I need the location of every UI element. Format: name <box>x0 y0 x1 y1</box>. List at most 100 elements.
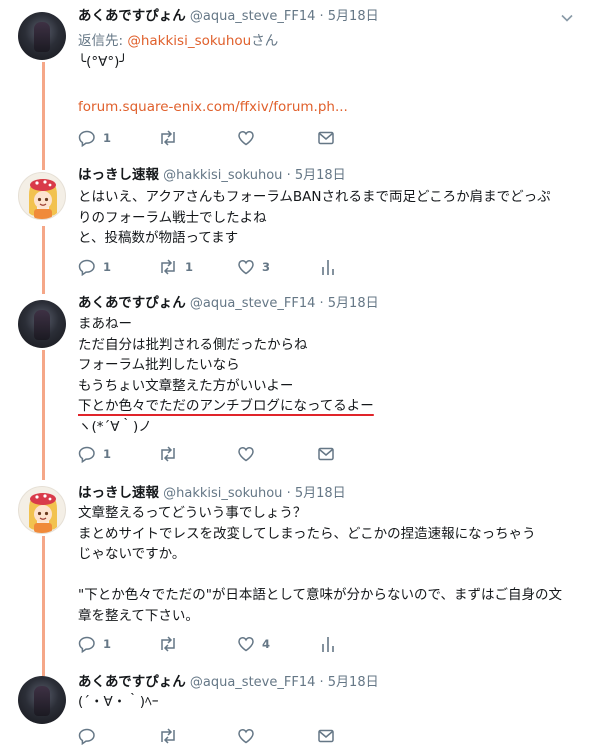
heart-icon <box>238 447 254 462</box>
retweet-button[interactable]: 1 <box>158 257 193 277</box>
tweet-actions: 1 <box>78 444 378 464</box>
timestamp[interactable]: 5月18日 <box>295 168 346 183</box>
reply-count: 1 <box>103 131 112 145</box>
user-handle[interactable]: @aqua_steve_FF14 <box>190 675 315 690</box>
tweet-line: ただ自分は批判される側だったからね <box>78 336 308 353</box>
tweet-actions: 1 <box>78 128 378 148</box>
tweet-actions: 1 1 3 <box>78 257 378 277</box>
envelope-icon <box>318 447 334 461</box>
avatar[interactable] <box>18 300 66 348</box>
tweet-line: フォーラム批判したいなら <box>78 357 240 373</box>
display-name[interactable]: あくあですぴょん <box>78 674 186 690</box>
like-button[interactable]: 3 <box>237 257 270 277</box>
tweet-header: はっきし速報 @hakkisi_sokuhou · 5月18日 <box>78 483 346 503</box>
retweet-button[interactable] <box>158 444 189 464</box>
tweet-text: 返信先: @hakkisi_sokuhouさん ╰(°∀°)╯ forum.sq… <box>78 31 578 117</box>
separator-dot: · <box>319 9 324 24</box>
separator-dot: · <box>286 168 291 183</box>
reply-count <box>103 729 107 743</box>
user-handle[interactable]: @aqua_steve_FF14 <box>190 9 315 24</box>
reply-count: 1 <box>103 447 112 461</box>
display-name[interactable]: あくあですぴょん <box>78 295 186 311</box>
retweet-button[interactable] <box>158 128 189 148</box>
chevron-down-icon[interactable] <box>561 12 573 24</box>
tweet-line: ╰(°∀°)╯ <box>78 53 128 70</box>
reply-button[interactable]: 1 <box>78 257 111 277</box>
timestamp[interactable]: 5月18日 <box>328 675 379 690</box>
reply-button[interactable]: 1 <box>78 128 111 148</box>
like-count: 3 <box>262 260 271 274</box>
avatar[interactable] <box>18 172 66 220</box>
tweet-line: 文章整えるってどういう事でしょう？ <box>78 505 307 521</box>
display-name[interactable]: はっきし速報 <box>78 485 159 501</box>
analytics-button[interactable] <box>321 257 335 277</box>
retweet-count <box>185 447 189 461</box>
reply-icon <box>78 259 95 276</box>
dm-button[interactable] <box>317 444 335 464</box>
mention-link[interactable]: @hakkisi_sokuhou <box>127 33 251 49</box>
timestamp[interactable]: 5月18日 <box>328 9 379 24</box>
user-handle[interactable]: @hakkisi_sokuhou <box>163 486 282 501</box>
retweet-icon <box>161 130 175 146</box>
user-handle[interactable]: @hakkisi_sokuhou <box>163 168 282 183</box>
tweet-header: あくあですぴょん @aqua_steve_FF14 · 5月18日 <box>78 672 379 692</box>
like-button[interactable] <box>237 128 266 148</box>
tweet-line: ヽ(*´∀｀)ノ <box>78 418 152 435</box>
reply-button[interactable]: 1 <box>78 444 111 464</box>
retweet-icon <box>161 636 175 652</box>
tweet-line: じゃないですか。 <box>78 546 186 562</box>
like-count <box>262 131 266 145</box>
retweet-count <box>185 131 189 145</box>
avatar[interactable] <box>18 676 66 724</box>
tweet-header: あくあですぴょん @aqua_steve_FF14 · 5月18日 <box>78 293 379 313</box>
tweet-actions <box>78 726 378 746</box>
tweet[interactable]: はっきし速報 @hakkisi_sokuhou · 5月18日 とはいえ、アクア… <box>0 160 591 288</box>
tweet-line: もうちょい文章整えた方がいいよー <box>78 377 294 394</box>
url-link[interactable]: forum.square-enix.com/ffxiv/forum.ph... <box>78 97 578 118</box>
tweet-actions: 1 4 <box>78 634 378 654</box>
timestamp[interactable]: 5月18日 <box>328 296 379 311</box>
dm-button[interactable] <box>317 128 335 148</box>
tweet[interactable]: はっきし速報 @hakkisi_sokuhou · 5月18日 文章整えるってど… <box>0 474 591 664</box>
retweet-button[interactable] <box>158 726 189 746</box>
analytics-button[interactable] <box>321 634 335 654</box>
retweet-count: 1 <box>185 260 194 274</box>
heart-icon <box>238 131 254 146</box>
display-name[interactable]: あくあですぴょん <box>78 8 186 24</box>
like-count: 4 <box>262 637 271 651</box>
analytics-icon <box>322 637 334 652</box>
dm-button[interactable] <box>317 726 335 746</box>
timestamp[interactable]: 5月18日 <box>295 486 346 501</box>
tweet-line <box>78 72 578 93</box>
avatar-illustration <box>29 493 57 533</box>
like-count <box>262 729 266 743</box>
like-button[interactable] <box>237 726 266 746</box>
display-name[interactable]: はっきし速報 <box>78 167 159 183</box>
heart-icon <box>238 637 254 652</box>
reply-button[interactable]: 1 <box>78 634 111 654</box>
tweet-text: まあねー ただ自分は批判される側だったからね フォーラム批判したいなら もうちょ… <box>78 314 578 437</box>
reply-icon <box>78 446 95 463</box>
tweet-line: 章を整えて下さい。 <box>78 607 199 624</box>
tweet[interactable]: あくあですぴょん @aqua_steve_FF14 · 5月18日 (´・∀・｀… <box>0 664 591 749</box>
retweet-count <box>185 637 189 651</box>
reply-count: 1 <box>103 260 112 274</box>
tweet[interactable]: あくあですぴょん @aqua_steve_FF14 · 5月18日 返信先: @… <box>0 0 591 160</box>
tweet-line <box>78 565 578 586</box>
like-button[interactable]: 4 <box>237 634 270 654</box>
tweet-text: 文章整えるってどういう事でしょう？ まとめサイトでレスを改変してしまったら、どこ… <box>78 503 578 626</box>
retweet-button[interactable] <box>158 634 189 654</box>
tweet-line: りのフォーラム戦士でしたよね <box>78 209 267 226</box>
tweet[interactable]: あくあですぴょん @aqua_steve_FF14 · 5月18日 まあねー た… <box>0 288 591 474</box>
like-button[interactable] <box>237 444 266 464</box>
reply-button[interactable] <box>78 726 107 746</box>
retweet-count <box>185 729 189 743</box>
analytics-icon <box>322 260 334 275</box>
tweet-line: (´・∀・｀)ﾍｰ <box>78 694 159 710</box>
avatar[interactable] <box>18 486 66 534</box>
avatar[interactable] <box>18 12 66 60</box>
envelope-icon <box>318 729 334 743</box>
user-handle[interactable]: @aqua_steve_FF14 <box>190 296 315 311</box>
retweet-icon <box>161 259 175 275</box>
reply-icon <box>78 636 95 653</box>
